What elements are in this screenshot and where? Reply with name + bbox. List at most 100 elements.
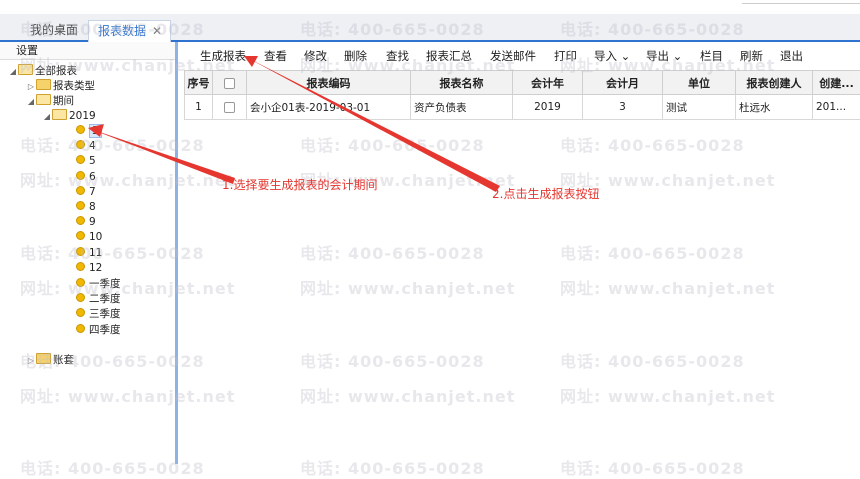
folder-open-icon	[36, 94, 51, 105]
select-all-checkbox[interactable]	[224, 78, 235, 89]
tree-node-month[interactable]: 10	[76, 230, 102, 245]
toolbar-button-6[interactable]: 发送邮件	[490, 48, 536, 64]
folder-open-icon	[52, 109, 67, 120]
table-cell: 测试	[663, 95, 736, 120]
tree-node-quarter[interactable]: 二季度	[76, 292, 121, 307]
collapsed-arrow-icon[interactable]: ▷	[26, 79, 36, 94]
folder-icon	[36, 353, 51, 364]
leaf-dot-icon	[76, 171, 85, 180]
toolbar: 生成报表查看修改删除查找报表汇总发送邮件打印导入 ⌄导出 ⌄栏目刷新退出	[180, 42, 860, 68]
left-panel: 设置 ◢全部报表 ▷报表类型 ◢期间 ◢ 2019 345 67 89 10 11 12 一…	[0, 42, 178, 464]
tree-node-month[interactable]: 11	[76, 246, 102, 261]
tree-node-month[interactable]: 3	[76, 124, 102, 139]
tree-node-label: 5	[89, 155, 96, 167]
tree-node-year-2019[interactable]: ◢ 2019	[42, 109, 96, 124]
window-top-bar	[0, 0, 860, 14]
table-cell: 资产负债表	[411, 95, 513, 120]
tab-report-data[interactable]: 报表数据 ✕	[88, 20, 171, 42]
tree-node-month[interactable]: 5	[76, 154, 96, 169]
column-header: 会计月	[583, 71, 663, 95]
toolbar-button-4[interactable]: 查找	[386, 48, 409, 64]
top-right-box	[742, 0, 860, 4]
tab-my-desktop[interactable]: 我的桌面	[22, 20, 86, 42]
tree-node-month[interactable]: 9	[76, 215, 96, 230]
tree-node-month[interactable]: 8	[76, 200, 96, 215]
column-header: 单位	[663, 71, 736, 95]
table-cell: 1	[185, 95, 213, 120]
toolbar-button-label: 导出	[646, 49, 669, 63]
row-checkbox[interactable]	[224, 102, 235, 113]
tab-bar: 我的桌面 报表数据 ✕	[0, 14, 860, 42]
toolbar-button-8[interactable]: 导入 ⌄	[594, 48, 630, 64]
collapsed-arrow-icon[interactable]: ▷	[26, 353, 36, 368]
tree-node-period[interactable]: ◢期间	[26, 94, 74, 109]
toolbar-button-label: 查看	[264, 49, 287, 63]
toolbar-button-label: 导入	[594, 49, 617, 63]
expanded-arrow-icon[interactable]: ◢	[26, 94, 36, 109]
leaf-dot-icon	[76, 278, 85, 287]
annotation-step1: 1.选择要生成报表的会计期间	[222, 176, 377, 193]
select-all-header[interactable]	[213, 71, 247, 95]
leaf-dot-icon	[76, 186, 85, 195]
table-cell: 3	[583, 95, 663, 120]
tree-node-month[interactable]: 7	[76, 185, 96, 200]
tree-node-quarter[interactable]: 一季度	[76, 277, 121, 292]
close-icon[interactable]: ✕	[152, 24, 162, 38]
toolbar-button-9[interactable]: 导出 ⌄	[646, 48, 682, 64]
table-cell: 杜远水	[736, 95, 813, 120]
toolbar-button-7[interactable]: 打印	[554, 48, 577, 64]
table-row[interactable]: 1会小企01表-2019-03-01资产负债表20193测试杜远水201...	[185, 95, 860, 120]
folder-open-icon	[18, 64, 33, 75]
toolbar-button-10[interactable]: 栏目	[700, 48, 723, 64]
table-header-row: 序号报表编码报表名称会计年会计月单位报表创建人创建...	[185, 71, 860, 95]
panel-header: 设置	[0, 42, 175, 60]
leaf-dot-icon	[76, 324, 85, 333]
tab-label: 我的桌面	[30, 23, 78, 37]
toolbar-button-0[interactable]: 生成报表	[200, 48, 246, 64]
tree-node-month[interactable]: 6	[76, 170, 96, 185]
leaf-dot-icon	[76, 201, 85, 210]
row-select-cell[interactable]	[213, 95, 247, 120]
tree-node-label: 三季度	[89, 308, 121, 320]
tree-node-report-type[interactable]: ▷报表类型	[26, 79, 95, 94]
tree-node-label: 一季度	[89, 278, 121, 290]
toolbar-button-5[interactable]: 报表汇总	[426, 48, 472, 64]
expanded-arrow-icon[interactable]: ◢	[8, 64, 18, 79]
toolbar-button-label: 栏目	[700, 49, 723, 63]
tree-node-month[interactable]: 12	[76, 261, 102, 276]
toolbar-button-1[interactable]: 查看	[264, 48, 287, 64]
toolbar-button-label: 生成报表	[200, 49, 246, 63]
toolbar-button-12[interactable]: 退出	[780, 48, 803, 64]
tab-label: 报表数据	[98, 24, 146, 38]
column-header: 会计年	[513, 71, 583, 95]
folder-icon	[36, 79, 51, 90]
tree-node-label: 账套	[53, 354, 74, 366]
tree-node-label: 12	[89, 262, 102, 274]
leaf-dot-icon	[76, 140, 85, 149]
tree-node-label: 四季度	[89, 324, 121, 336]
tree-node-all-reports[interactable]: ◢全部报表	[8, 64, 77, 79]
tree-node-label: 9	[89, 216, 96, 228]
leaf-dot-icon	[76, 125, 85, 134]
report-table: 序号报表编码报表名称会计年会计月单位报表创建人创建... 1会小企01表-201…	[184, 70, 860, 120]
tree-node-label: 11	[89, 247, 102, 259]
toolbar-button-label: 删除	[344, 49, 367, 63]
tree-node-label: 7	[89, 186, 96, 198]
toolbar-button-label: 退出	[780, 49, 803, 63]
annotation-step2: 2.点击生成报表按钮	[492, 185, 599, 202]
tree-node-quarter[interactable]: 三季度	[76, 307, 121, 322]
column-header: 序号	[185, 71, 213, 95]
toolbar-button-11[interactable]: 刷新	[740, 48, 763, 64]
tree-node-account-set[interactable]: ▷ 账套	[26, 353, 74, 368]
tree-node-quarter[interactable]: 四季度	[76, 323, 121, 338]
toolbar-button-3[interactable]: 删除	[344, 48, 367, 64]
leaf-dot-icon	[76, 216, 85, 225]
toolbar-button-label: 查找	[386, 49, 409, 63]
leaf-dot-icon	[76, 308, 85, 317]
toolbar-button-label: 发送邮件	[490, 49, 536, 63]
toolbar-button-2[interactable]: 修改	[304, 48, 327, 64]
tree-node-label: 2019	[69, 110, 96, 122]
tree-node-month[interactable]: 4	[76, 139, 96, 154]
chevron-down-icon: ⌄	[669, 49, 682, 63]
expanded-arrow-icon[interactable]: ◢	[42, 109, 52, 124]
